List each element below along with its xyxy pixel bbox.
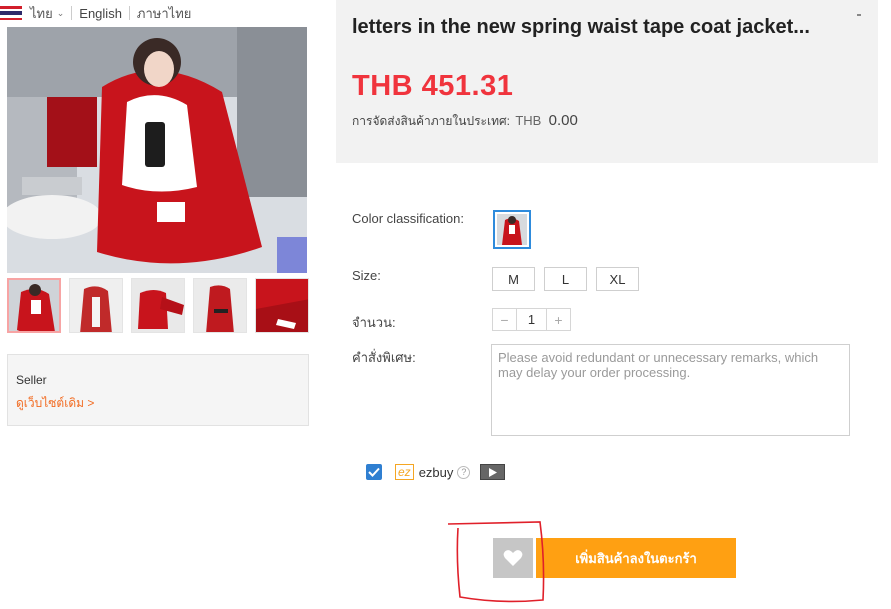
thumbnail[interactable] [255, 278, 309, 333]
shipping-amount: 0.00 [548, 112, 578, 129]
thumbnail-strip [7, 278, 309, 333]
thumbnail[interactable] [131, 278, 185, 333]
product-main-image [7, 27, 307, 273]
checkbox-icon[interactable] [366, 464, 382, 480]
ezbuy-logo: ez [395, 464, 414, 480]
chevron-down-icon: ⌄ [56, 7, 65, 18]
ezbuy-row: ez ezbuy ? [366, 464, 506, 480]
size-option-xl[interactable]: XL [596, 267, 639, 291]
remarks-input[interactable] [491, 344, 850, 436]
seller-box: Seller ดูเว็บไซต์เดิม > [7, 354, 309, 426]
add-to-cart-button[interactable]: เพิ่มสินค้าลงในตะกร้า [536, 538, 736, 578]
increment-button[interactable]: + [547, 309, 570, 330]
shipping-currency: THB [515, 113, 542, 128]
ezbuy-name: ezbuy [418, 464, 454, 480]
divider [128, 6, 130, 20]
size-label: Size: [352, 268, 381, 283]
view-original-site-link[interactable]: ดูเว็บไซต์เดิม > [16, 394, 300, 413]
color-classification-label: Color classification: [352, 211, 464, 226]
heart-icon [503, 550, 523, 566]
language-current-label: ไทย [30, 5, 53, 21]
quantity-stepper: − 1 + [492, 308, 571, 331]
size-option-m[interactable]: M [492, 267, 535, 291]
remarks-label: คำสั่งพิเศษ: [352, 350, 416, 365]
language-option-english[interactable]: English [79, 6, 122, 21]
shipping-label: การจัดส่งสินค้าภายในประเทศ: [352, 114, 510, 128]
seller-label: Seller [16, 373, 47, 387]
help-icon[interactable]: ? [457, 465, 471, 479]
thumbnail[interactable] [7, 278, 61, 333]
language-selector[interactable]: ไทย ⌄ [30, 3, 64, 24]
shipping-info: การจัดส่งสินค้าภายในประเทศ: THB 0.00 [352, 112, 578, 131]
product-title: letters in the new spring waist tape coa… [352, 16, 810, 38]
language-option-thai[interactable]: ภาษาไทย [137, 3, 191, 24]
play-icon[interactable] [480, 464, 506, 480]
product-summary-panel: letters in the new spring waist tape coa… [336, 0, 878, 163]
quantity-value[interactable]: 1 [516, 309, 547, 330]
size-option-l[interactable]: L [544, 267, 587, 291]
thumbnail[interactable] [193, 278, 247, 333]
quantity-label: จำนวน: [352, 315, 396, 330]
decorative-mark [857, 14, 861, 16]
color-option-red[interactable] [493, 210, 531, 249]
product-price: THB 451.31 [352, 70, 514, 102]
language-bar: ไทย ⌄ English ภาษาไทย [0, 0, 200, 26]
favorite-button[interactable] [493, 538, 533, 578]
divider [71, 6, 73, 20]
thai-flag-icon [0, 6, 22, 20]
decrement-button[interactable]: − [493, 309, 516, 330]
thumbnail[interactable] [69, 278, 123, 333]
